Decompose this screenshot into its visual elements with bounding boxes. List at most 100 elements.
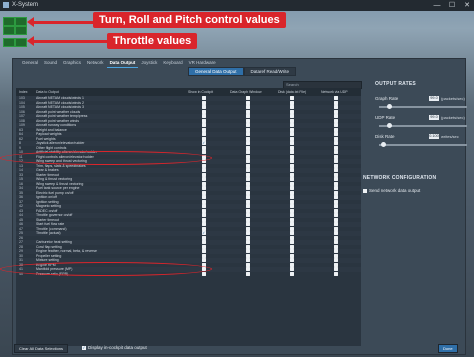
cockpit-checkbox[interactable] (202, 127, 206, 132)
subtab-general-data-output[interactable]: General Data Output (188, 67, 244, 76)
cockpit-checkbox[interactable] (202, 235, 206, 240)
disk-checkbox[interactable] (290, 186, 294, 191)
udp-checkbox[interactable] (334, 235, 338, 240)
cockpit-checkbox[interactable] (202, 118, 206, 123)
disk-checkbox[interactable] (290, 150, 294, 155)
graph-checkbox[interactable] (246, 190, 250, 195)
graph-checkbox[interactable] (246, 145, 250, 150)
cockpit-checkbox[interactable] (202, 181, 206, 186)
cockpit-checkbox[interactable] (202, 105, 206, 110)
disk-checkbox[interactable] (290, 249, 294, 254)
udp-checkbox[interactable] (334, 240, 338, 245)
graph-checkbox[interactable] (246, 204, 250, 209)
cockpit-checkbox[interactable] (202, 195, 206, 200)
disk-checkbox[interactable] (290, 100, 294, 105)
disk-checkbox[interactable] (290, 168, 294, 173)
udp-checkbox[interactable] (334, 172, 338, 177)
udp-checkbox[interactable] (334, 204, 338, 209)
udp-checkbox[interactable] (334, 253, 338, 258)
disk-checkbox[interactable] (290, 195, 294, 200)
udp-checkbox[interactable] (334, 127, 338, 132)
udp-checkbox[interactable] (334, 136, 338, 141)
udp-checkbox[interactable] (334, 262, 338, 267)
tab-network[interactable]: Network (84, 58, 107, 68)
disk-checkbox[interactable] (290, 235, 294, 240)
disk-checkbox[interactable] (290, 262, 294, 267)
graph-checkbox[interactable] (246, 244, 250, 249)
graph-checkbox[interactable] (246, 226, 250, 231)
udp-checkbox[interactable] (334, 195, 338, 200)
disk-checkbox[interactable] (290, 172, 294, 177)
disk-checkbox[interactable] (290, 226, 294, 231)
cockpit-checkbox[interactable] (202, 150, 206, 155)
graph-checkbox[interactable] (246, 235, 250, 240)
graph-checkbox[interactable] (246, 222, 250, 227)
graph-checkbox[interactable] (246, 118, 250, 123)
udp-checkbox[interactable] (334, 163, 338, 168)
graph-checkbox[interactable] (246, 186, 250, 191)
disk-checkbox[interactable] (290, 127, 294, 132)
disk-checkbox[interactable] (290, 154, 294, 159)
disk-checkbox[interactable] (290, 199, 294, 204)
cockpit-checkbox[interactable] (202, 114, 206, 119)
disk-checkbox[interactable] (290, 163, 294, 168)
cockpit-checkbox[interactable] (202, 271, 206, 276)
udp-checkbox[interactable] (334, 159, 338, 164)
disk-checkbox[interactable] (290, 109, 294, 114)
tab-sound[interactable]: Sound (41, 58, 60, 68)
graph-checkbox[interactable] (246, 231, 250, 236)
cockpit-checkbox[interactable] (202, 190, 206, 195)
cockpit-checkbox[interactable] (202, 100, 206, 105)
udp-checkbox[interactable] (334, 141, 338, 146)
graph-checkbox[interactable] (246, 267, 250, 272)
udp-checkbox[interactable] (334, 226, 338, 231)
disk-rate-input[interactable]: 0.100 (429, 134, 439, 139)
graph-checkbox[interactable] (246, 100, 250, 105)
graph-checkbox[interactable] (246, 172, 250, 177)
cockpit-checkbox[interactable] (202, 244, 206, 249)
udp-checkbox[interactable] (334, 208, 338, 213)
disk-checkbox[interactable] (290, 204, 294, 209)
disk-checkbox[interactable] (290, 114, 294, 119)
graph-checkbox[interactable] (246, 141, 250, 146)
subtab-dataref-read-write[interactable]: Dataref Read/Write (243, 67, 296, 76)
graph-checkbox[interactable] (246, 249, 250, 254)
send-network-checkbox[interactable] (363, 189, 367, 193)
cockpit-checkbox[interactable] (202, 163, 206, 168)
graph-checkbox[interactable] (246, 114, 250, 119)
graph-checkbox[interactable] (246, 127, 250, 132)
disk-checkbox[interactable] (290, 190, 294, 195)
udp-checkbox[interactable] (334, 145, 338, 150)
disk-checkbox[interactable] (290, 96, 294, 101)
cockpit-checkbox[interactable] (202, 204, 206, 209)
graph-checkbox[interactable] (246, 199, 250, 204)
tab-data-output[interactable]: Data Output (106, 58, 139, 68)
cockpit-checkbox[interactable] (202, 141, 206, 146)
cockpit-checkbox[interactable] (202, 217, 206, 222)
udp-checkbox[interactable] (334, 100, 338, 105)
disk-checkbox[interactable] (290, 213, 294, 218)
disk-checkbox[interactable] (290, 177, 294, 182)
tab-graphics[interactable]: Graphics (60, 58, 84, 68)
disk-checkbox[interactable] (290, 181, 294, 186)
udp-checkbox[interactable] (334, 123, 338, 128)
graph-checkbox[interactable] (246, 132, 250, 137)
disk-checkbox[interactable] (290, 208, 294, 213)
graph-checkbox[interactable] (246, 105, 250, 110)
close-button[interactable]: ✕ (460, 0, 474, 11)
graph-checkbox[interactable] (246, 109, 250, 114)
cockpit-checkbox[interactable] (202, 109, 206, 114)
disk-rate-knob[interactable] (380, 142, 386, 147)
udp-checkbox[interactable] (334, 267, 338, 272)
graph-checkbox[interactable] (246, 150, 250, 155)
disk-checkbox[interactable] (290, 231, 294, 236)
done-button[interactable]: Done (438, 344, 458, 353)
cockpit-checkbox[interactable] (202, 249, 206, 254)
graph-checkbox[interactable] (246, 181, 250, 186)
graph-checkbox[interactable] (246, 136, 250, 141)
udp-checkbox[interactable] (334, 271, 338, 276)
graph-checkbox[interactable] (246, 123, 250, 128)
udp-checkbox[interactable] (334, 244, 338, 249)
cockpit-checkbox[interactable] (202, 253, 206, 258)
display-in-cockpit-checkbox[interactable] (82, 345, 86, 350)
